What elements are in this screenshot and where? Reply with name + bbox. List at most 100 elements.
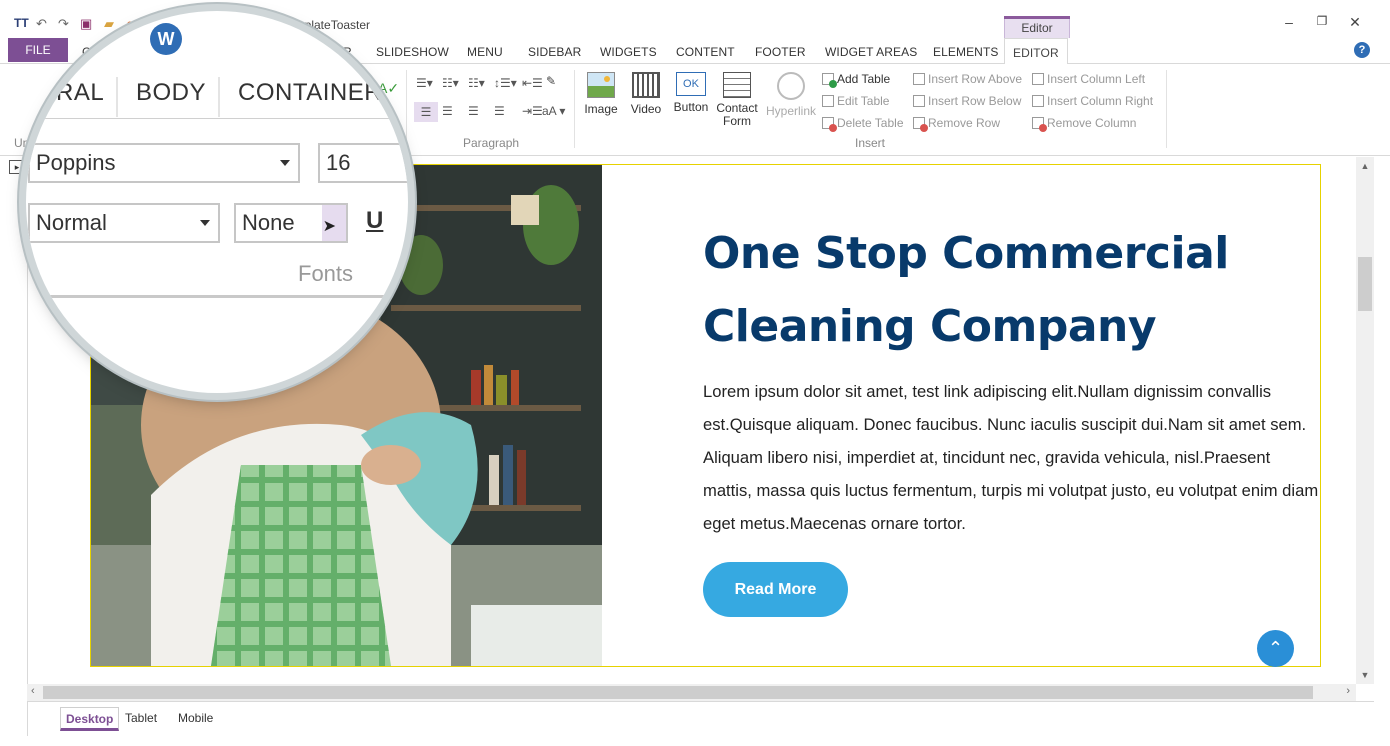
- bullet-list-icon[interactable]: ☰▾: [416, 76, 433, 90]
- image-icon: [587, 72, 615, 98]
- tab-widgets[interactable]: WIDGETS: [600, 45, 657, 59]
- remove-row-button[interactable]: Remove Row: [913, 116, 1000, 132]
- video-icon: [632, 72, 660, 98]
- minimize-button[interactable]: ‒: [1279, 14, 1299, 30]
- remove-column-button[interactable]: Remove Column: [1032, 116, 1136, 132]
- image-label: Image: [584, 102, 618, 116]
- vertical-scrollbar[interactable]: ▲ ▼: [1356, 157, 1374, 684]
- column-right-icon: [1032, 95, 1044, 107]
- hero-headline[interactable]: One Stop Commercial Cleaning Company: [703, 217, 1323, 363]
- chevron-up-icon: ⌃: [1267, 638, 1284, 658]
- wordpress-icon[interactable]: W: [150, 23, 182, 55]
- align-center-icon[interactable]: ☰: [442, 104, 453, 118]
- insert-button-button[interactable]: OK Button: [672, 72, 710, 114]
- align-left-icon[interactable]: ☰: [414, 102, 438, 122]
- add-table-button[interactable]: Add Table: [822, 72, 890, 88]
- restore-button[interactable]: ❐: [1312, 14, 1332, 28]
- magnified-font-panel: ↶ ↷ W RAL BODY CONTAINER Poppins 16 Norm…: [26, 11, 408, 393]
- tab-menu[interactable]: MENU: [467, 45, 503, 59]
- hyperlink-label: Hyperlink: [765, 104, 816, 118]
- tab-container-magnified[interactable]: CONTAINER: [238, 79, 382, 107]
- fonts-group-label: Fonts: [298, 261, 354, 286]
- hero-paragraph[interactable]: Lorem ipsum dolor sit amet, test link ad…: [703, 375, 1321, 540]
- tab-footer[interactable]: FOOTER: [755, 45, 806, 59]
- text-transform-value: None: [242, 210, 295, 235]
- group-separator: [574, 70, 575, 148]
- scroll-up-arrow-icon[interactable]: ▲: [1356, 161, 1374, 171]
- delete-table-button[interactable]: Delete Table: [822, 116, 904, 132]
- font-weight-select[interactable]: Normal: [28, 203, 220, 243]
- magnifier-lens: ↶ ↷ W RAL BODY CONTAINER Poppins 16 Norm…: [26, 11, 408, 393]
- tab-separator: [218, 77, 220, 117]
- tab-separator: [116, 77, 118, 117]
- help-icon[interactable]: ?: [1354, 42, 1370, 58]
- justify-icon[interactable]: ☰: [494, 104, 505, 118]
- vertical-scroll-thumb[interactable]: [1358, 257, 1372, 311]
- highlight-pen-icon[interactable]: ✎: [546, 74, 556, 88]
- insert-row-below-button[interactable]: Insert Row Below: [913, 94, 1021, 108]
- mouse-cursor-icon: ➤: [322, 218, 336, 235]
- multilevel-list-icon[interactable]: ☷▾: [468, 76, 485, 90]
- delete-table-icon: [822, 117, 837, 132]
- close-button[interactable]: ✕: [1345, 14, 1365, 31]
- insert-hyperlink-button[interactable]: Hyperlink: [764, 72, 818, 118]
- remove-column-icon: [1032, 117, 1047, 132]
- scroll-right-arrow-icon[interactable]: ›: [1346, 685, 1350, 697]
- insert-contact-form-button[interactable]: Contact Form: [714, 72, 760, 128]
- hyperlink-icon: [777, 72, 805, 100]
- font-family-select[interactable]: Poppins: [28, 143, 300, 183]
- tab-general-magnified[interactable]: RAL: [56, 79, 104, 107]
- horizontal-scrollbar[interactable]: ‹ ›: [27, 684, 1356, 701]
- tab-sidebar[interactable]: SIDEBAR: [528, 45, 581, 59]
- template-toaster-window: TT ↶ ↷ ▣ ▰ ● TemplateToaster Editor ‒ ❐ …: [0, 0, 1390, 746]
- row-below-icon: [913, 95, 925, 107]
- scroll-down-arrow-icon[interactable]: ▼: [1356, 670, 1374, 680]
- numbered-list-icon[interactable]: ☷▾: [442, 76, 459, 90]
- hero-text-area: One Stop Commercial Cleaning Company Lor…: [703, 165, 1323, 666]
- insert-image-button[interactable]: Image: [584, 72, 618, 116]
- tab-tablet[interactable]: Tablet: [120, 707, 162, 731]
- tab-content[interactable]: CONTENT: [676, 45, 735, 59]
- font-size-input[interactable]: 16: [318, 143, 408, 183]
- outdent-icon[interactable]: ⇤☰: [522, 76, 543, 90]
- chevron-down-icon: [280, 160, 290, 166]
- paragraph-group-label: Paragraph: [463, 136, 520, 150]
- read-more-button[interactable]: Read More: [703, 562, 848, 617]
- font-size-toggle[interactable]: aA ▾: [542, 104, 565, 118]
- tab-elements[interactable]: ELEMENTS: [933, 45, 998, 59]
- tab-mobile[interactable]: Mobile: [173, 707, 218, 731]
- tab-widget-areas[interactable]: WIDGET AREAS: [825, 45, 917, 59]
- tab-editor[interactable]: EDITOR: [1004, 38, 1068, 65]
- text-transform-select[interactable]: None ➤: [234, 203, 348, 243]
- edit-table-button[interactable]: Edit Table: [822, 94, 889, 108]
- headline-line-1: One Stop Commercial: [703, 228, 1229, 279]
- column-left-icon: [1032, 73, 1044, 85]
- font-family-value: Poppins: [36, 150, 116, 175]
- insert-column-left-button[interactable]: Insert Column Left: [1032, 72, 1145, 86]
- context-tab-editor: Editor: [1004, 16, 1070, 38]
- panel-expander-icon[interactable]: ▸: [9, 160, 25, 174]
- edit-table-icon: [822, 95, 834, 107]
- insert-row-above-button[interactable]: Insert Row Above: [913, 72, 1022, 86]
- form-icon: [723, 72, 751, 98]
- indent-icon[interactable]: ⇥☰: [522, 104, 543, 118]
- contact-form-label-2: Form: [723, 114, 751, 128]
- add-table-icon: [822, 73, 837, 88]
- insert-video-button[interactable]: Video: [628, 72, 664, 116]
- chevron-down-icon: [200, 220, 210, 226]
- scroll-left-arrow-icon[interactable]: ‹: [31, 685, 35, 697]
- underline-icon[interactable]: U: [366, 207, 383, 235]
- scroll-to-top-button[interactable]: ⌃: [1257, 630, 1294, 667]
- tab-body-magnified[interactable]: BODY: [136, 79, 206, 107]
- group-separator: [1166, 70, 1167, 148]
- horizontal-scroll-thumb[interactable]: [43, 686, 1313, 699]
- line-spacing-icon[interactable]: ↕☰▾: [494, 76, 517, 90]
- row-above-icon: [913, 73, 925, 85]
- insert-column-right-button[interactable]: Insert Column Right: [1032, 94, 1153, 108]
- font-size-value: 16: [326, 150, 351, 175]
- video-label: Video: [630, 102, 662, 116]
- device-tabs: Desktop Tablet Mobile: [27, 701, 1374, 736]
- tab-desktop[interactable]: Desktop: [60, 707, 120, 731]
- align-right-icon[interactable]: ☰: [468, 104, 479, 118]
- headline-line-2: Cleaning Company: [703, 301, 1157, 352]
